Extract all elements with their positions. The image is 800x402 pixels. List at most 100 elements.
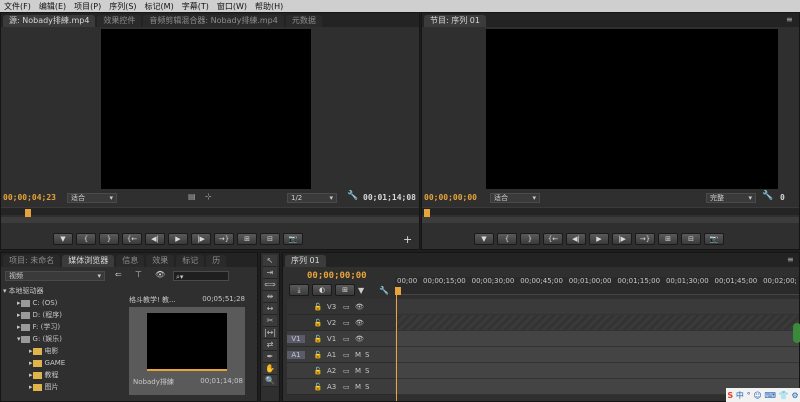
ime-language[interactable]: 中	[736, 390, 744, 401]
slip-tool-icon[interactable]: |↔|	[263, 327, 277, 339]
lock-icon[interactable]: 🔓	[309, 367, 327, 375]
add-button-icon[interactable]: +	[403, 233, 412, 246]
menu-marker[interactable]: 标记(M)	[141, 1, 178, 12]
view-select[interactable]: 视频 ▾	[5, 271, 105, 281]
film-icon[interactable]: ▭	[343, 383, 355, 391]
tree-drive-c[interactable]: ▸ C: (OS)	[3, 297, 125, 309]
razor-tool-icon[interactable]: ✂	[263, 315, 277, 327]
solo-button[interactable]: S	[365, 383, 369, 391]
track-a1[interactable]	[395, 347, 799, 363]
tree-root[interactable]: ▾ 本地驱动器	[3, 285, 125, 297]
tab-metadata[interactable]: 元数据	[285, 15, 322, 27]
menu-help[interactable]: 帮助(H)	[251, 1, 287, 12]
tab-sequence[interactable]: 序列 01	[285, 255, 326, 267]
tab-history[interactable]: 历	[206, 255, 227, 267]
go-to-in-button[interactable]: {←	[543, 233, 563, 245]
mute-button[interactable]: M	[355, 351, 365, 359]
rolling-edit-tool-icon[interactable]: ⇹	[263, 291, 277, 303]
marker-icon[interactable]: ▼	[358, 286, 370, 295]
solo-button[interactable]: S	[365, 367, 369, 375]
tab-audio-clip-mixer[interactable]: 音频剪辑混合器: Nobady排練.mp4	[143, 15, 284, 27]
tab-project[interactable]: 项目: 未命名	[3, 255, 61, 267]
add-marker-button[interactable]: ▼	[53, 233, 73, 245]
panel-menu-icon[interactable]: ≡	[787, 255, 794, 264]
mark-in-button[interactable]: {	[76, 233, 96, 245]
insert-button[interactable]: ⊞	[237, 233, 257, 245]
eye-icon[interactable]: 👁	[355, 335, 364, 343]
source-playhead[interactable]	[25, 209, 31, 217]
program-quality-select[interactable]: 完整 ▾	[706, 193, 756, 203]
source-fit-select[interactable]: 适合 ▾	[67, 193, 117, 203]
source-time-ruler[interactable]	[1, 207, 419, 215]
menu-window[interactable]: 窗口(W)	[213, 1, 251, 12]
track-header-v2[interactable]: 🔓 V2 ▭ 👁	[287, 315, 395, 331]
tab-effects[interactable]: 效果	[146, 255, 175, 267]
search-input[interactable]: ⌕▾	[173, 271, 229, 281]
menu-sequence[interactable]: 序列(S)	[105, 1, 140, 12]
track-v2[interactable]	[395, 315, 799, 331]
play-button[interactable]: ▶	[589, 233, 609, 245]
clip-thumbnail-top[interactable]: 格斗教学! 教... 00;05;51;28	[129, 295, 245, 305]
eye-icon[interactable]: 👁	[355, 303, 364, 311]
tab-program[interactable]: 节目: 序列 01	[424, 15, 486, 27]
timeline-timecode[interactable]: 00;00;00;00	[307, 271, 367, 281]
clip-thumbnail[interactable]: Nobady排練 00;01;14;08	[129, 307, 245, 395]
eye-icon[interactable]: 👁	[155, 270, 165, 279]
linked-selection-icon[interactable]: ◐	[312, 284, 332, 296]
skin-icon[interactable]: 👕	[779, 391, 789, 400]
solo-button[interactable]: S	[365, 351, 369, 359]
keyboard-icon[interactable]: ⌨	[764, 391, 776, 400]
program-zoom-bar[interactable]	[422, 217, 799, 223]
tree-folder[interactable]: ▸ 教程	[3, 369, 125, 381]
zoom-tool-icon[interactable]: 🔍	[263, 375, 277, 387]
tree-folder[interactable]: ▸ 图片	[3, 381, 125, 393]
selection-tool-icon[interactable]: ↖	[263, 255, 277, 267]
tree-folder[interactable]: ▸ 电影	[3, 345, 125, 357]
export-frame-button[interactable]: 📷	[704, 233, 724, 245]
tree-folder[interactable]: ▸ GAME	[3, 357, 125, 369]
pen-tool-icon[interactable]: ✒	[263, 351, 277, 363]
mute-button[interactable]: M	[355, 367, 365, 375]
back-arrow-icon[interactable]: ⇐	[115, 270, 122, 279]
tree-drive-g[interactable]: ▾ G: (娱乐)	[3, 333, 125, 345]
film-icon[interactable]: ▭	[343, 335, 355, 343]
program-fit-select[interactable]: 适合 ▾	[490, 193, 540, 203]
punctuation-icon[interactable]: °	[747, 391, 751, 400]
sogou-icon[interactable]: S	[727, 391, 733, 400]
go-to-in-button[interactable]: {←	[122, 233, 142, 245]
filter-icon[interactable]: ⊤	[135, 270, 142, 279]
source-timecode[interactable]: 00;00;04;23	[3, 193, 56, 202]
export-frame-button[interactable]: 📷	[283, 233, 303, 245]
step-back-button[interactable]: ◀|	[566, 233, 586, 245]
lock-icon[interactable]: 🔓	[309, 335, 327, 343]
program-playhead[interactable]	[424, 209, 430, 217]
slide-tool-icon[interactable]: ⇄	[263, 339, 277, 351]
mute-button[interactable]: M	[355, 383, 365, 391]
lift-button[interactable]: ⊞	[658, 233, 678, 245]
program-timecode[interactable]: 00;00;00;00	[424, 193, 477, 202]
step-forward-button[interactable]: |▶	[191, 233, 211, 245]
source-patch-a1[interactable]: A1	[287, 350, 305, 359]
menu-title[interactable]: 字幕(T)	[178, 1, 213, 12]
add-marker-icon[interactable]: ⊞	[335, 284, 355, 296]
source-scale-select[interactable]: 1/2 ▾	[287, 193, 337, 203]
scroll-handle[interactable]	[793, 323, 800, 343]
track-header-a1[interactable]: A1 🔓 A1 ▭ M S	[287, 347, 395, 363]
wrench-icon[interactable]: 🔧	[762, 191, 773, 201]
step-back-button[interactable]: ◀|	[145, 233, 165, 245]
tree-drive-f[interactable]: ▸ F: (学习)	[3, 321, 125, 333]
track-area[interactable]	[395, 299, 799, 395]
source-zoom-bar[interactable]	[1, 217, 419, 223]
track-select-tool-icon[interactable]: ⇥	[263, 267, 277, 279]
source-video-display[interactable]	[101, 29, 311, 189]
tab-info[interactable]: 信息	[116, 255, 145, 267]
program-time-ruler[interactable]	[422, 207, 799, 215]
hand-tool-icon[interactable]: ✋	[263, 363, 277, 375]
track-v1[interactable]	[395, 331, 799, 347]
tab-media-browser[interactable]: 媒体浏览器	[62, 255, 115, 267]
tree-drive-d[interactable]: ▸ D: (程序)	[3, 309, 125, 321]
track-header-v3[interactable]: 🔓 V3 ▭ 👁	[287, 299, 395, 315]
lock-icon[interactable]: 🔓	[309, 303, 327, 311]
track-header-a2[interactable]: 🔓 A2 ▭ M S	[287, 363, 395, 379]
track-header-a3[interactable]: 🔓 A3 ▭ M S	[287, 379, 395, 395]
